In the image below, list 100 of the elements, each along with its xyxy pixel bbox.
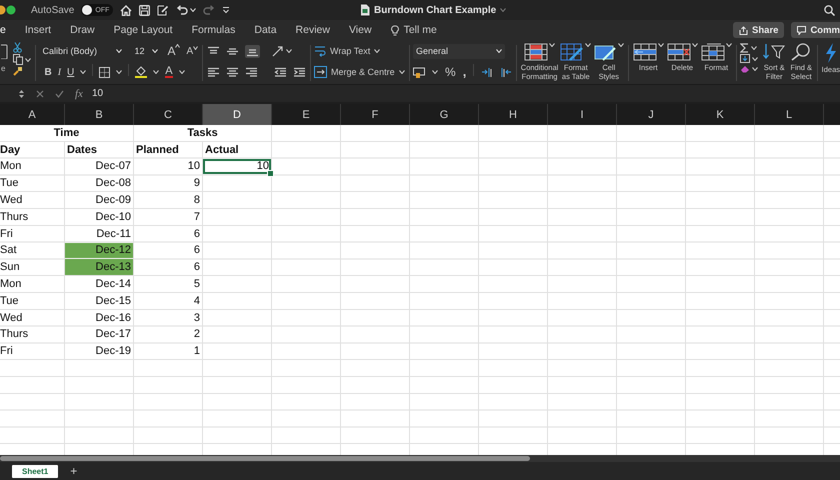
table-cell-text: Dec-07 [94,159,132,174]
add-sheet-button[interactable]: + [70,464,78,478]
comments-button[interactable]: Comm [791,22,840,38]
menu-tab[interactable]: View [348,20,372,40]
cell-styles-icon [593,43,618,61]
orientation-icon[interactable] [272,46,284,56]
decrease-indent-icon[interactable] [274,66,287,78]
number-format-dropdown[interactable]: General [413,44,506,58]
table-cell: Dec-12 [65,242,133,258]
align-center-icon[interactable] [226,66,239,78]
table-cell-text: Fri [0,344,14,360]
save-icon[interactable] [139,4,150,16]
menu-tab[interactable]: Page Layout [114,20,173,40]
column-header[interactable]: D [203,104,272,125]
sort-filter-icon [762,43,786,61]
caret-icon[interactable] [549,43,556,47]
align-left-icon[interactable] [206,66,220,78]
paste-label[interactable]: e [1,64,9,73]
window-buttons-icon[interactable] [0,5,16,15]
table-cell-text: Wed [0,193,24,208]
comma-style-button[interactable]: , [462,68,466,76]
share-icon [739,26,748,34]
wrap-text-button[interactable]: Wrap Text [314,43,405,59]
table-cell-text: Sun [0,260,21,276]
table-cell-text: Dec-09 [94,193,132,208]
table-cell-text: Day [0,142,22,158]
increase-indent-icon[interactable] [292,66,306,78]
accounting-icon[interactable] [413,66,426,78]
enter-icon[interactable] [55,90,64,98]
customize-icon[interactable] [222,6,230,14]
tell-me-label[interactable]: Tell me [404,24,437,36]
menu-tab[interactable]: Insert [24,20,52,40]
caret-icon[interactable] [692,43,698,47]
search-icon[interactable] [824,4,835,16]
underline-button[interactable]: U [67,66,74,78]
align-top-icon[interactable] [206,46,220,56]
caret-icon[interactable] [585,43,592,47]
function-button[interactable]: fx [75,88,83,100]
menu-tab[interactable]: Draw [70,20,95,40]
merge-button[interactable]: Merge & Centre [314,64,405,80]
table-cell-text: 6 [192,226,201,242]
scrollbar-thumb[interactable] [0,456,530,461]
caret-icon[interactable] [618,43,624,47]
pencil-document-icon[interactable] [157,4,170,16]
table-cell-text: 2 [192,327,201,342]
table-cell: 10 [203,158,271,174]
menu-tab[interactable]: Formulas [192,20,236,40]
align-right-icon[interactable] [244,66,258,78]
insert-icon [632,43,657,61]
caret-icon[interactable] [658,43,664,47]
table-cell: Dec-13 [65,259,133,276]
menu-tab[interactable]: e [0,20,6,40]
table-cell-text: Mon [0,159,22,174]
percent-button[interactable]: % [445,65,456,79]
caret-icon[interactable] [726,43,732,47]
copy-icon[interactable] [13,54,23,65]
table-cell-text: Mon [0,277,22,292]
stepper-icon[interactable] [18,88,25,98]
home-icon[interactable] [120,4,132,16]
caret-icon[interactable] [374,49,380,53]
fill-color-icon[interactable] [135,66,148,78]
down-caret-icon [193,46,198,50]
decrease-decimal-icon[interactable] [500,66,512,78]
clipboard-icon[interactable] [1,43,9,59]
redo-icon[interactable] [203,5,216,15]
menu-tab[interactable]: Review [296,20,330,40]
table-cell-text: 6 [192,243,201,258]
share-button[interactable]: Share [733,22,784,38]
align-middle-icon[interactable] [226,46,239,56]
table-cell-text: 5 [192,277,201,292]
caret-icon[interactable] [153,70,160,74]
eraser-icon[interactable] [740,64,750,73]
font-color-button[interactable]: A [165,66,173,78]
undo-icon[interactable] [176,5,188,15]
borders-icon[interactable] [99,66,110,78]
menu-tab[interactable]: Data [254,20,277,40]
paintbrush-icon[interactable] [13,66,23,76]
caret-icon[interactable] [25,58,31,62]
caret-icon[interactable] [398,70,405,74]
caret-icon[interactable] [286,49,292,53]
table-cell-text: Dec-16 [94,310,132,326]
table-cell-text: Tue [0,294,20,309]
grow-font-button[interactable]: A [167,44,180,58]
increase-decimal-icon[interactable] [481,66,494,78]
font-name-dropdown[interactable]: Calibri (Body) [39,44,126,58]
font-size-dropdown[interactable]: 12 [131,44,162,58]
merge-icon [314,66,328,78]
scissors-icon[interactable] [13,42,22,53]
bold-button[interactable]: B [44,66,52,78]
sum-icon[interactable] [740,43,750,53]
fill-down-icon[interactable] [740,54,750,63]
shrink-font-button[interactable]: A [186,46,198,56]
italic-button[interactable]: I [58,66,62,78]
caret-icon[interactable] [80,70,86,74]
sheet-tab[interactable]: Sheet1 [12,464,58,478]
caret-icon[interactable] [432,70,438,74]
caret-icon[interactable] [178,70,185,74]
formula-value[interactable]: 10 [92,88,104,99]
caret-icon[interactable] [116,70,122,74]
cancel-icon[interactable] [36,90,44,98]
